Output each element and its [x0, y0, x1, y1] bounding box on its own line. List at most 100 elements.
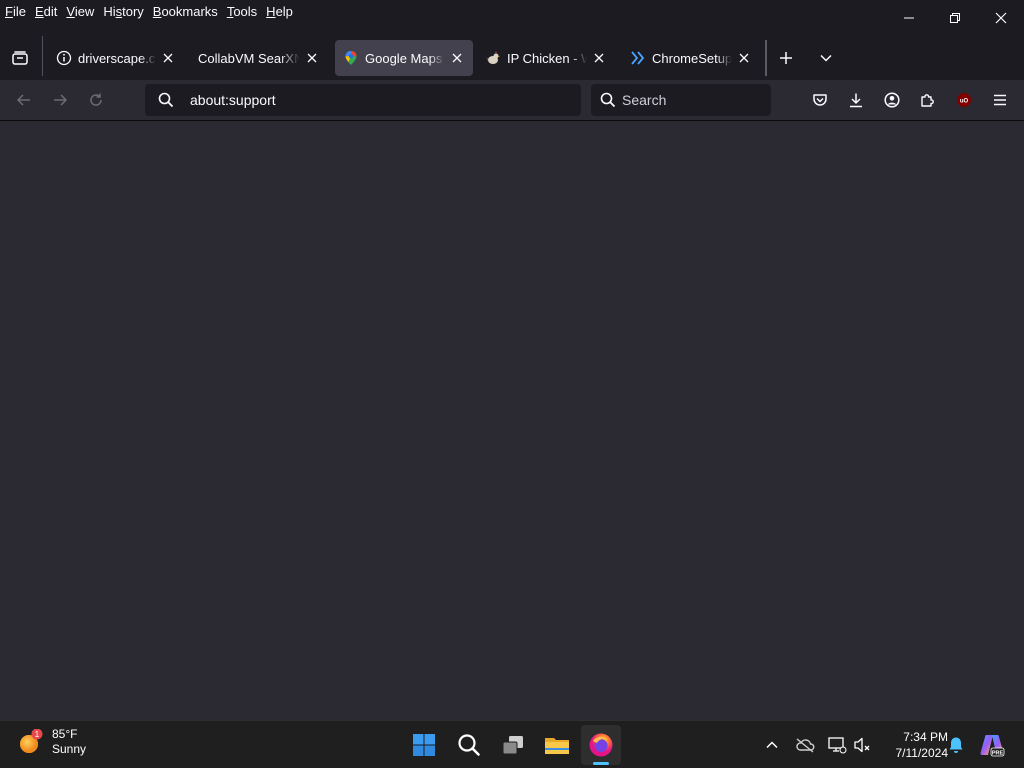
menu-file-label-rest: ile — [12, 3, 26, 19]
tab-title: driverscape.com — [78, 50, 156, 66]
firefox-taskbar-button[interactable] — [581, 725, 621, 765]
copilot-button[interactable]: PRE — [978, 731, 1006, 759]
restore-button[interactable] — [932, 0, 978, 36]
start-button[interactable] — [404, 725, 444, 765]
minimize-icon — [904, 17, 914, 19]
bell-icon — [949, 737, 963, 753]
pocket-button[interactable] — [805, 85, 835, 115]
firefox-view-icon — [12, 51, 28, 65]
minimize-button[interactable] — [886, 0, 932, 36]
new-tab-button[interactable] — [771, 43, 801, 73]
weather-widget[interactable]: 1 85°F Sunny — [18, 727, 86, 757]
downloads-button[interactable] — [841, 85, 871, 115]
close-icon — [452, 53, 462, 63]
task-view-icon — [502, 736, 523, 755]
ublock-shield-icon: uO — [957, 93, 971, 107]
double-chevron-icon — [630, 50, 646, 66]
tab-google-maps[interactable]: Google Maps — [335, 40, 473, 76]
tab-driverscape[interactable]: driverscape.com — [48, 40, 182, 76]
speaker-muted-icon — [854, 737, 870, 753]
page-content-blank — [0, 122, 1024, 720]
search-icon — [158, 92, 174, 108]
tab-close-button[interactable] — [591, 50, 607, 66]
menu-file-mnemonic: F — [5, 3, 13, 19]
onedrive-tray-button[interactable] — [793, 733, 817, 757]
folder-icon — [545, 738, 569, 754]
forward-button[interactable] — [45, 85, 75, 115]
menu-help[interactable]: Help — [266, 4, 293, 19]
tab-close-button[interactable] — [736, 50, 752, 66]
network-disconnected-icon — [828, 737, 847, 754]
menu-history[interactable]: History — [103, 4, 143, 19]
sun-icon: 1 — [18, 728, 44, 755]
menu-bookmarks-label-rest: ookmarks — [161, 3, 218, 19]
system-clock[interactable]: 7:34 PM 7/11/2024 — [878, 729, 949, 761]
back-button[interactable] — [9, 85, 39, 115]
reload-icon — [90, 93, 102, 106]
tab-bar: driverscape.com CollabVM SearXNG Google … — [0, 36, 1024, 76]
reload-button[interactable] — [81, 85, 111, 115]
weather-temperature: 85°F — [52, 727, 78, 741]
list-all-tabs-button[interactable] — [811, 43, 841, 73]
menu-tools[interactable]: Tools — [227, 4, 257, 19]
tab-overflow-separator — [765, 40, 767, 76]
tab-collabvm-searxng[interactable]: CollabVM SearXNG — [190, 40, 326, 76]
search-icon — [458, 734, 480, 756]
search-input[interactable] — [622, 92, 762, 108]
tab-ip-chicken[interactable]: IP Chicken - What is my IP — [479, 40, 613, 76]
search-bar[interactable] — [591, 84, 771, 116]
clock-date: 7/11/2024 — [895, 746, 949, 760]
clock-time: 7:34 PM — [903, 730, 948, 744]
menu-view-mnemonic: V — [66, 3, 75, 19]
copilot-icon: PRE — [980, 735, 1005, 757]
menu-help-label-rest: elp — [275, 3, 293, 19]
menu-help-mnemonic: H — [266, 3, 276, 19]
close-window-button[interactable] — [978, 0, 1024, 36]
account-button[interactable] — [877, 85, 907, 115]
map-pin-icon — [343, 50, 359, 66]
tab-close-button[interactable] — [449, 50, 465, 66]
tab-separator — [42, 36, 43, 76]
windows-logo-icon — [413, 734, 435, 756]
tab-close-button[interactable] — [304, 50, 320, 66]
cloud-offline-icon — [796, 738, 815, 753]
show-hidden-icons-button[interactable] — [760, 733, 784, 757]
menu-tools-label-rest: ools — [233, 3, 258, 19]
menu-bookmarks[interactable]: Bookmarks — [153, 4, 218, 19]
restore-icon — [950, 13, 960, 23]
taskbar-search-button[interactable] — [449, 725, 489, 765]
search-icon — [600, 92, 616, 108]
pocket-icon — [813, 94, 827, 106]
arrow-right-icon — [54, 94, 68, 106]
extensions-button[interactable] — [913, 85, 943, 115]
puzzle-icon — [921, 94, 934, 107]
close-icon — [163, 53, 173, 63]
app-menu-button[interactable] — [985, 85, 1015, 115]
network-tray-button[interactable] — [825, 733, 849, 757]
volume-tray-button[interactable] — [851, 733, 875, 757]
download-icon — [850, 93, 862, 108]
close-icon — [307, 53, 317, 63]
file-explorer-button[interactable] — [537, 725, 577, 765]
menu-view[interactable]: View — [66, 4, 94, 19]
navigation-toolbar: uO — [0, 80, 1024, 121]
info-icon — [56, 50, 72, 66]
tab-title: Google Maps — [365, 50, 443, 66]
tab-title: IP Chicken - What is my IP — [507, 50, 587, 66]
url-bar[interactable] — [145, 84, 581, 116]
task-view-button[interactable] — [493, 725, 533, 765]
menu-history-label-rest: tory — [122, 3, 144, 19]
url-input[interactable] — [190, 92, 570, 108]
menu-edit[interactable]: Edit — [35, 4, 57, 19]
ublock-origin-button[interactable]: uO — [949, 85, 979, 115]
browser-titlebar: File Edit View History Bookmarks Tools H… — [0, 0, 1024, 80]
firefox-icon — [589, 733, 613, 757]
tab-close-button[interactable] — [160, 50, 176, 66]
menu-edit-mnemonic: E — [34, 3, 44, 19]
tab-chromesetup[interactable]: ChromeSetup.exe — [622, 40, 758, 76]
menu-bar: File Edit View History Bookmarks Tools H… — [0, 0, 302, 22]
notifications-button[interactable] — [944, 733, 968, 757]
firefox-view-button[interactable] — [5, 43, 35, 73]
menu-view-label-rest: iew — [74, 3, 95, 19]
menu-file[interactable]: File — [5, 4, 26, 19]
